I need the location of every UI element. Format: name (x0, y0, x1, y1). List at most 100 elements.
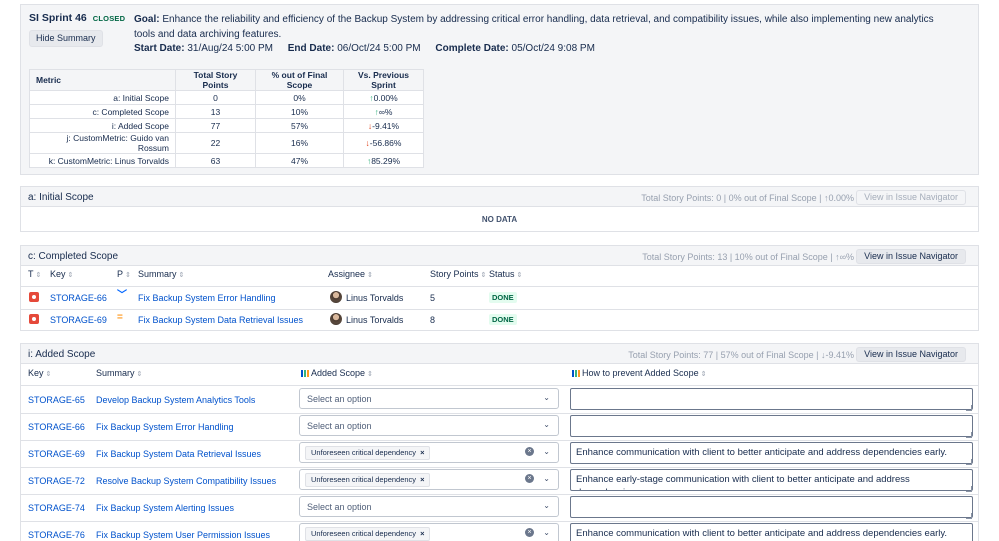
table-row: STORAGE-72 Resolve Backup System Compati… (21, 467, 978, 494)
metric-pct: 57% (255, 118, 344, 133)
col-key[interactable]: Key ⇕ (28, 368, 51, 378)
resize-handle-icon[interactable] (966, 405, 972, 411)
added-scope-select[interactable]: Unforeseen critical dependency × × ⌄ (299, 523, 559, 541)
clear-icon[interactable]: × (525, 528, 534, 537)
issue-key-link[interactable]: STORAGE-69 (50, 315, 107, 325)
remove-chip-icon[interactable]: × (420, 475, 424, 484)
metrics-row: k: CustomMetric: Linus Torvalds 63 47% ↑… (29, 153, 424, 168)
issue-summary-link[interactable]: Fix Backup System Data Retrieval Issues (138, 315, 303, 325)
prevent-textarea[interactable] (570, 388, 973, 410)
prevent-textarea[interactable]: Enhance early-stage communication with c… (570, 469, 973, 491)
issue-key-link[interactable]: STORAGE-69 (28, 449, 85, 459)
chevron-down-icon: ⌄ (543, 447, 550, 456)
metric-name: c: Completed Scope (29, 104, 176, 119)
chevron-down-icon: ⌄ (543, 474, 550, 483)
issue-key-link[interactable]: STORAGE-74 (28, 503, 85, 513)
table-row: STORAGE-66 Fix Backup System Error Handl… (21, 413, 978, 440)
metrics-row: c: Completed Scope 13 10% ↑∞% (29, 104, 424, 119)
issue-key-link[interactable]: STORAGE-66 (50, 293, 107, 303)
issue-summary-link[interactable]: Resolve Backup System Compatibility Issu… (96, 476, 276, 486)
metrics-col-metric: Metric (29, 69, 176, 91)
added-scope-title: i: Added Scope (28, 349, 96, 360)
remove-chip-icon[interactable]: × (420, 529, 424, 538)
clear-icon[interactable]: × (525, 447, 534, 456)
assignee-name: Linus Torvalds (346, 293, 404, 303)
chevron-down-icon: ⌄ (543, 420, 550, 429)
sprint-status-badge: CLOSED (92, 14, 126, 23)
prevent-textarea[interactable] (570, 496, 973, 518)
table-row: STORAGE-65 Develop Backup System Analyti… (21, 386, 978, 413)
remove-chip-icon[interactable]: × (420, 448, 424, 457)
metric-name: k: CustomMetric: Linus Torvalds (29, 153, 176, 168)
added-scope-navigator-button[interactable]: View in Issue Navigator (856, 347, 966, 362)
added-scope-select[interactable]: Unforeseen critical dependency × × ⌄ (299, 469, 559, 490)
added-scope-select[interactable]: Select an option ⌄ (299, 388, 559, 409)
initial-scope-info: Total Story Points: 0 | 0% out of Final … (641, 193, 854, 203)
added-scope-select[interactable]: Select an option ⌄ (299, 496, 559, 517)
col-summary[interactable]: Summary ⇕ (138, 269, 184, 279)
sort-icon: ⇕ (35, 272, 42, 279)
prevent-textarea[interactable]: Enhance communication with client to bet… (570, 523, 973, 541)
completed-scope-info: Total Story Points: 13 | 10% out of Fina… (642, 252, 854, 262)
metric-vs-value: 85.29% (371, 155, 401, 166)
issue-summary-link[interactable]: Fix Backup System User Permission Issues (96, 530, 270, 540)
resize-handle-icon[interactable] (966, 432, 972, 438)
issue-summary-link[interactable]: Develop Backup System Analytics Tools (96, 395, 255, 405)
metrics-row: i: Added Scope 77 57% ↓-9.41% (29, 118, 424, 133)
col-assignee-label: Assignee (328, 269, 366, 279)
sort-icon: ⇕ (178, 272, 185, 279)
completed-scope-header: c: Completed Scope Total Story Points: 1… (21, 246, 978, 266)
issue-summary-link[interactable]: Fix Backup System Error Handling (96, 422, 234, 432)
issue-key-link[interactable]: STORAGE-65 (28, 395, 85, 405)
metric-vs-value: -9.41% (372, 120, 400, 131)
completed-scope-column-headers: T ⇕ Key ⇕ P ⇕ Summary ⇕ Assignee ⇕ Story Poin… (21, 269, 978, 283)
col-assignee[interactable]: Assignee ⇕ (328, 269, 373, 279)
chevron-down-icon: ⌄ (543, 501, 550, 510)
col-summary[interactable]: Summary ⇕ (96, 368, 142, 378)
col-priority-label: P (117, 269, 124, 279)
initial-scope-section: a: Initial Scope Total Story Points: 0 |… (20, 186, 979, 232)
added-scope-select[interactable]: Select an option ⌄ (299, 415, 559, 436)
col-summary-label: Summary (96, 368, 135, 378)
metrics-row: a: Initial Scope 0 0% ↑0.00% (29, 90, 424, 105)
start-date-value: 31/Aug/24 5:00 PM (187, 43, 273, 54)
col-story-points[interactable]: Story Points ⇕ (430, 269, 486, 279)
issue-key-link[interactable]: STORAGE-76 (28, 530, 85, 540)
col-status[interactable]: Status ⇕ (489, 269, 522, 279)
issue-key-link[interactable]: STORAGE-72 (28, 476, 85, 486)
completed-scope-navigator-button[interactable]: View in Issue Navigator (856, 249, 966, 264)
col-prevent[interactable]: How to prevent Added Scope ⇕ (572, 368, 706, 378)
bug-icon (29, 314, 39, 324)
issue-key-link[interactable]: STORAGE-66 (28, 422, 85, 432)
sort-icon: ⇕ (67, 272, 74, 279)
added-scope-info: Total Story Points: 77 | 57% out of Fina… (628, 350, 854, 360)
metrics-header-row: Metric Total Story Points % out of Final… (29, 69, 424, 91)
resize-handle-icon[interactable] (966, 486, 972, 492)
initial-scope-navigator-button[interactable]: View in Issue Navigator (856, 190, 966, 205)
col-added-scope[interactable]: Added Scope ⇕ (301, 368, 373, 378)
metrics-table: Metric Total Story Points % out of Final… (29, 69, 424, 168)
clear-icon[interactable]: × (525, 474, 534, 483)
prevent-textarea[interactable] (570, 415, 973, 437)
resize-handle-icon[interactable] (966, 513, 972, 519)
custom-field-icon (572, 370, 580, 377)
col-key-label: Key (28, 368, 44, 378)
metric-name: a: Initial Scope (29, 90, 176, 105)
metric-name: j: CustomMetric: Guido van Rossum (29, 132, 176, 154)
issue-summary-link[interactable]: Fix Backup System Data Retrieval Issues (96, 449, 261, 459)
complete-date-label: Complete Date: (435, 43, 509, 54)
sort-icon: ⇕ (480, 272, 487, 279)
issue-summary-link[interactable]: Fix Backup System Alerting Issues (96, 503, 234, 513)
avatar (330, 291, 342, 303)
metric-vs: ↓-56.86% (343, 132, 424, 154)
col-type[interactable]: T ⇕ (28, 269, 41, 279)
status-badge: DONE (489, 314, 517, 325)
hide-summary-button[interactable]: Hide Summary (29, 30, 103, 47)
select-placeholder: Select an option (307, 394, 372, 404)
col-key[interactable]: Key ⇕ (50, 269, 73, 279)
added-scope-select[interactable]: Unforeseen critical dependency × × ⌄ (299, 442, 559, 463)
prevent-textarea[interactable]: Enhance communication with client to bet… (570, 442, 973, 464)
col-priority[interactable]: P ⇕ (117, 269, 131, 279)
issue-summary-link[interactable]: Fix Backup System Error Handling (138, 293, 276, 303)
resize-handle-icon[interactable] (966, 459, 972, 465)
